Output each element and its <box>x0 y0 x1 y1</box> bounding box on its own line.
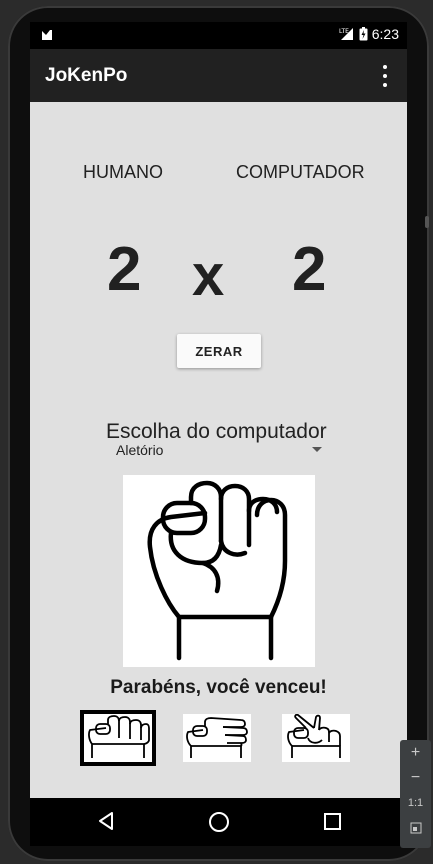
app-title: JoKenPo <box>45 65 128 86</box>
paper-icon <box>186 717 248 758</box>
computer-label: COMPUTADOR <box>236 162 365 182</box>
computer-score: 2 <box>292 235 327 304</box>
fit-screen-icon[interactable] <box>400 815 431 840</box>
home-icon[interactable] <box>209 812 229 832</box>
paper-button[interactable] <box>183 714 251 762</box>
scissors-button[interactable] <box>282 713 350 762</box>
app-bar: JoKenPo <box>30 49 407 102</box>
scissors-icon <box>287 713 341 758</box>
device-screen: LTE 6:23 JoKenPo HUMANO COMPUTADOR 2 x 2… <box>30 22 407 798</box>
status-time: 6:23 <box>371 26 399 42</box>
battery-icon <box>359 27 368 41</box>
human-label: HUMANO <box>83 162 163 182</box>
status-icons: LTE 6:23 <box>339 26 399 42</box>
back-icon[interactable] <box>98 812 114 830</box>
side-button <box>425 216 429 228</box>
status-bar: LTE 6:23 <box>30 22 407 49</box>
rock-fist-icon <box>147 480 288 661</box>
human-score: 2 <box>107 235 142 304</box>
svg-text:LTE: LTE <box>339 28 349 35</box>
spinner-value: Aletório <box>116 442 164 458</box>
lte-signal-icon: LTE <box>339 28 353 40</box>
rock-button[interactable] <box>84 714 152 762</box>
reset-button[interactable]: ZERAR <box>177 334 261 368</box>
navigation-bar <box>30 798 407 846</box>
zoom-out-button[interactable]: − <box>400 765 431 790</box>
ratio-button[interactable]: 1:1 <box>400 790 431 815</box>
computer-choice-image <box>123 475 315 667</box>
score-separator: x <box>192 243 225 308</box>
rock-icon <box>88 715 150 758</box>
overflow-menu-icon[interactable] <box>375 65 395 87</box>
emulator-toolbar: + − 1:1 <box>400 740 431 848</box>
dropdown-arrow-icon <box>312 447 322 452</box>
main-content: HUMANO COMPUTADOR 2 x 2 ZERAR Escolha do… <box>30 102 407 798</box>
computer-choice-spinner[interactable]: Aletório <box>114 441 324 461</box>
notification-icon <box>42 30 52 40</box>
recents-icon[interactable] <box>324 813 341 830</box>
zoom-in-button[interactable]: + <box>400 740 431 765</box>
result-message: Parabéns, você venceu! <box>110 677 327 698</box>
